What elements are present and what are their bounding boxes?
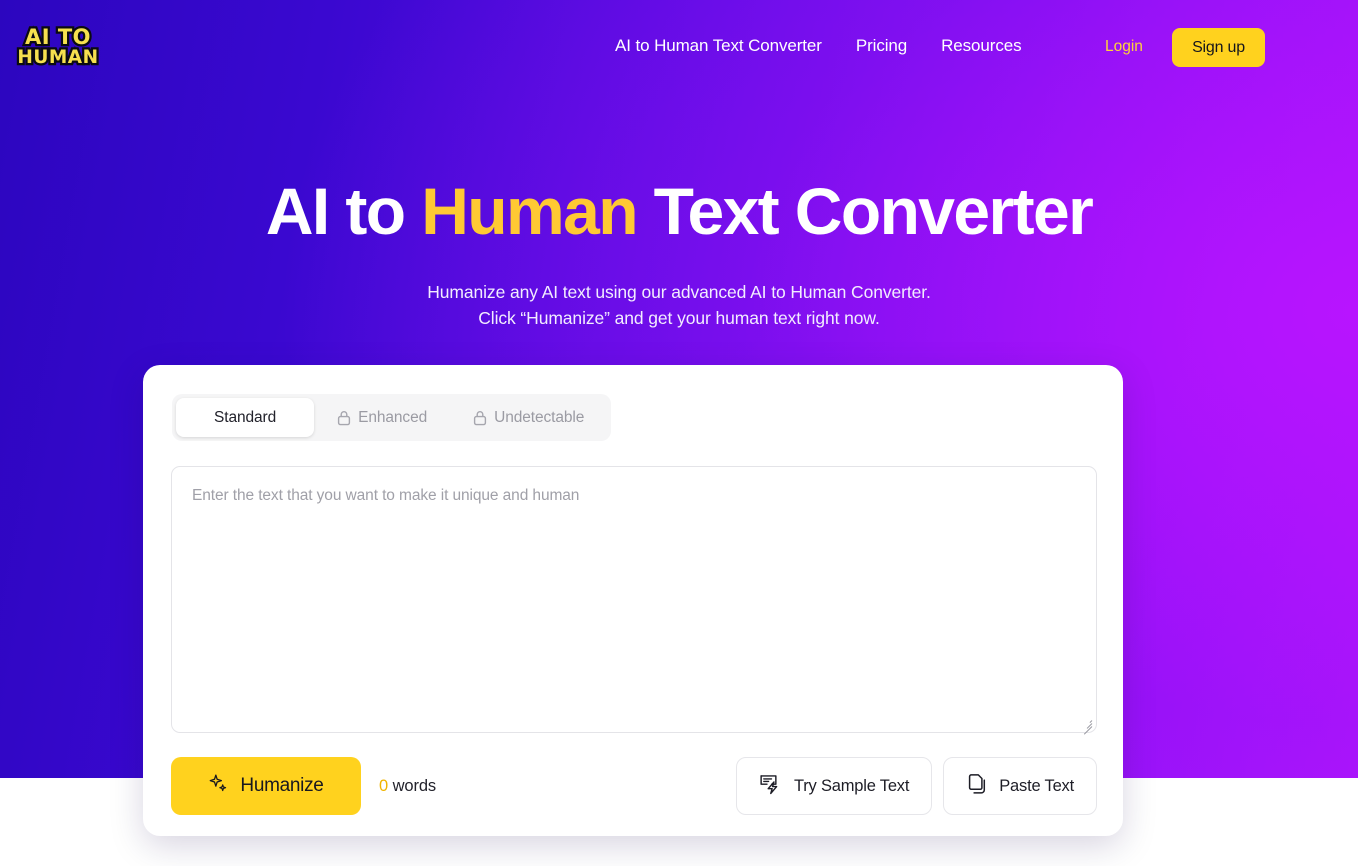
logo-line-2: HUMAN — [15, 46, 100, 68]
tab-standard[interactable]: Standard — [176, 398, 315, 437]
paste-text-button[interactable]: Paste Text — [943, 757, 1097, 815]
mode-tabs: Standard Enhanced Undetectable — [172, 394, 612, 441]
lock-icon — [473, 410, 487, 426]
action-bar: Humanize 0 words Try Sample Text Paste T… — [171, 756, 1097, 816]
secondary-actions: Try Sample Text Paste Text — [735, 757, 1097, 815]
nav-links: AI to Human Text Converter Pricing Resou… — [615, 36, 1022, 56]
converter-card: Standard Enhanced Undetectable Enter the… — [143, 365, 1123, 836]
tab-enhanced[interactable]: Enhanced — [314, 398, 450, 437]
lock-icon — [337, 410, 351, 426]
tab-standard-label: Standard — [214, 408, 277, 426]
nav-link-pricing[interactable]: Pricing — [856, 36, 907, 56]
login-link[interactable]: Login — [1105, 38, 1143, 56]
sparkles-icon — [208, 773, 229, 800]
humanize-button-label: Humanize — [240, 775, 324, 796]
signup-button[interactable]: Sign up — [1172, 28, 1265, 67]
title-highlight: Human — [421, 174, 638, 248]
title-part-2: Text Converter — [636, 174, 1094, 248]
subtitle-line-1: Humanize any AI text using our advanced … — [427, 282, 931, 302]
sample-text-icon — [759, 773, 782, 800]
top-navigation-bar: AI TO HUMAN AI to Human Text Converter P… — [0, 0, 1358, 96]
editor-container — [171, 466, 1097, 735]
word-count-label: words — [392, 776, 437, 795]
logo-line-1: AI TO — [23, 24, 93, 49]
try-sample-text-button[interactable]: Try Sample Text — [735, 757, 933, 815]
paste-icon — [966, 773, 987, 800]
word-count-number: 0 — [379, 776, 389, 795]
paste-text-label: Paste Text — [999, 776, 1074, 795]
page-title: AI to Human Text Converter — [0, 174, 1358, 248]
title-part-1: AI to — [265, 174, 422, 248]
brand-logo[interactable]: AI TO HUMAN — [15, 23, 100, 71]
try-sample-text-label: Try Sample Text — [793, 776, 910, 795]
nav-link-resources[interactable]: Resources — [941, 36, 1021, 56]
subtitle-line-2: Click “Humanize” and get your human text… — [478, 308, 880, 328]
tab-enhanced-label: Enhanced — [358, 408, 428, 426]
humanize-button[interactable]: Humanize — [171, 757, 361, 815]
word-count: 0 words — [379, 777, 436, 796]
text-input-area[interactable] — [171, 466, 1097, 733]
tab-undetectable-label: Undetectable — [494, 408, 585, 426]
page-subtitle: Humanize any AI text using our advanced … — [0, 279, 1358, 331]
tab-undetectable[interactable]: Undetectable — [450, 398, 607, 437]
nav-link-converter[interactable]: AI to Human Text Converter — [615, 36, 822, 56]
